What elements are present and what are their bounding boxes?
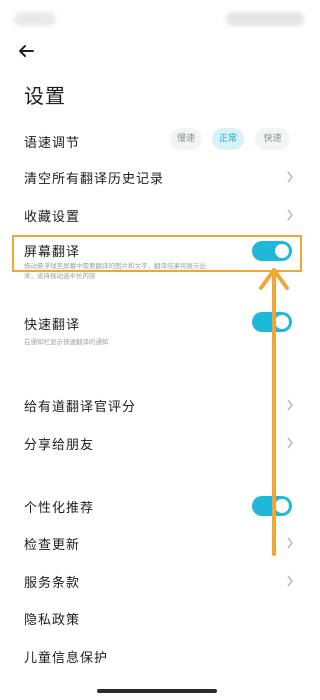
privacy-row[interactable]: 隐私政策 xyxy=(0,609,314,629)
speech-rate-row: 语速调节 慢速 正常 快速 xyxy=(0,128,314,152)
privacy-label: 隐私政策 xyxy=(24,613,81,628)
screen-translate-desc-line2: 来，支持拖动选中长内容 xyxy=(24,272,96,280)
status-bar-time-blurred xyxy=(14,12,56,26)
terms-label: 服务条款 xyxy=(24,576,81,591)
favorites-row[interactable]: 收藏设置 xyxy=(0,206,314,226)
share-label: 分享给朋友 xyxy=(24,438,95,453)
child-privacy-label: 儿童信息保护 xyxy=(24,651,109,666)
speech-rate-label: 语速调节 xyxy=(24,136,81,151)
chevron-right-icon xyxy=(286,209,294,221)
speed-option-fast[interactable]: 快速 xyxy=(255,128,290,150)
screen-translate-description: 拖动悬浮球至屏幕中需要翻译的图片和文字，翻译结果将展示出 来，支持拖动选中长内容 xyxy=(24,261,284,281)
screen-translate-label: 屏幕翻译 xyxy=(24,245,81,260)
home-indicator xyxy=(97,689,217,693)
orange-up-arrow xyxy=(255,262,291,562)
quick-translate-description: 在通知栏显示快速翻译的通知 xyxy=(24,338,109,346)
settings-screen: 设置 语速调节 慢速 正常 快速 清空所有翻译历史记录 收藏设置 屏幕翻译 拖动… xyxy=(0,0,314,700)
child-privacy-row[interactable]: 儿童信息保护 xyxy=(0,647,314,667)
terms-row[interactable]: 服务条款 xyxy=(0,572,314,592)
toggle-knob xyxy=(275,244,289,258)
screen-translate-toggle[interactable] xyxy=(252,241,292,261)
favorites-label: 收藏设置 xyxy=(24,210,81,225)
clear-history-label: 清空所有翻译历史记录 xyxy=(24,172,165,187)
quick-translate-label: 快速翻译 xyxy=(24,318,81,333)
screen-translate-desc-line1: 拖动悬浮球至屏幕中需要翻译的图片和文字，翻译结果将展示出 xyxy=(24,262,206,270)
check-update-label: 检查更新 xyxy=(24,538,81,553)
page-title: 设置 xyxy=(24,84,66,108)
personalized-label: 个性化推荐 xyxy=(24,501,95,516)
speed-option-normal[interactable]: 正常 xyxy=(212,128,244,150)
clear-history-row[interactable]: 清空所有翻译历史记录 xyxy=(0,168,314,188)
back-arrow-icon[interactable] xyxy=(16,42,36,60)
chevron-right-icon xyxy=(286,575,294,587)
chevron-right-icon xyxy=(286,171,294,183)
speed-option-slow[interactable]: 慢速 xyxy=(170,128,202,150)
status-bar-icons-blurred xyxy=(226,12,304,26)
rate-app-label: 给有道翻译官评分 xyxy=(24,400,137,415)
